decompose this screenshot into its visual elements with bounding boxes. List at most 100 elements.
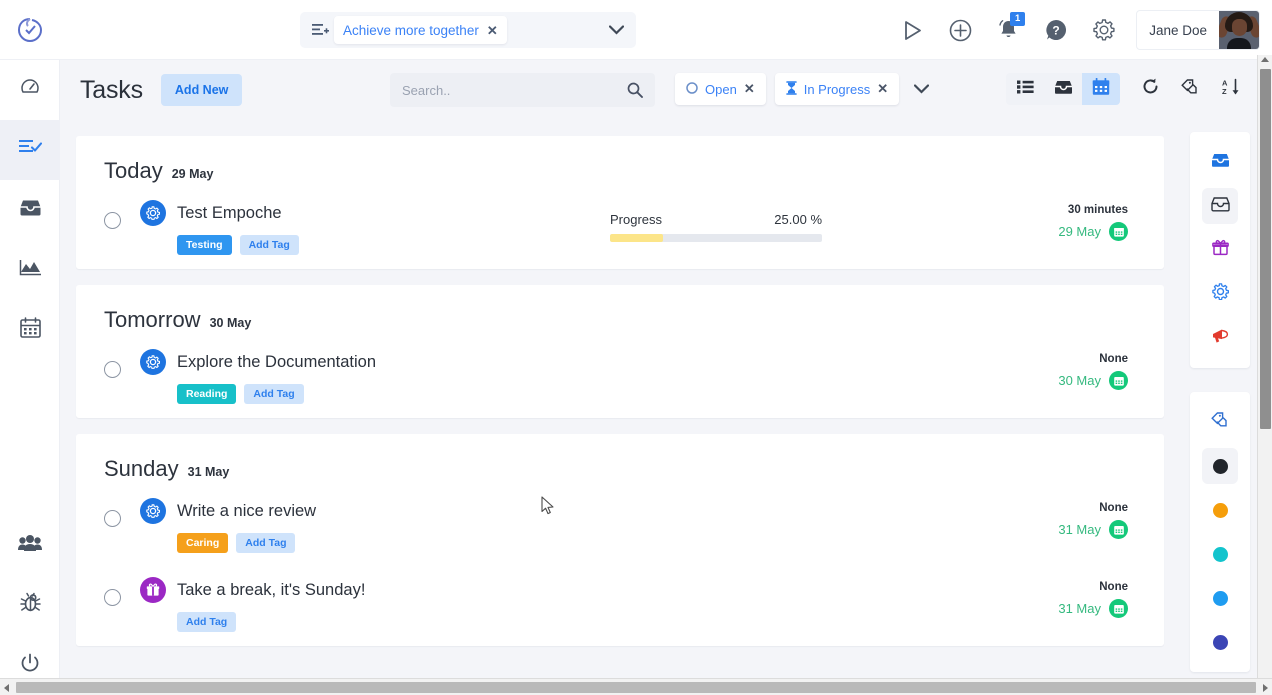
inbox-icon — [1210, 196, 1230, 217]
settings-button[interactable] — [1080, 0, 1128, 60]
task-tag[interactable]: Testing — [177, 235, 232, 255]
help-button[interactable]: ? — [1032, 0, 1080, 60]
add-tag-button[interactable]: Add Tag — [177, 612, 237, 632]
gear-icon[interactable] — [140, 498, 166, 524]
users-icon — [18, 534, 42, 557]
view-board-button[interactable] — [1044, 73, 1082, 105]
task-complete-radio[interactable] — [104, 361, 121, 378]
filter-chip-in-progress[interactable]: In Progress ✕ — [774, 73, 900, 105]
top-actions: 1 ? Jane Doe — [888, 0, 1260, 60]
search-icon[interactable] — [627, 82, 643, 98]
task-meta: None 31 May — [1058, 581, 1128, 618]
rail-inbox-blue[interactable] — [1190, 140, 1250, 184]
sidebar-item-calendar[interactable] — [0, 300, 60, 360]
sidebar-item-reports[interactable] — [0, 240, 60, 300]
task-row[interactable]: Explore the Documentation Reading Add Ta… — [76, 339, 1164, 418]
sidebar-item-team[interactable] — [0, 515, 60, 575]
task-row[interactable]: Write a nice review Caring Add Tag None … — [76, 488, 1164, 567]
calendar-icon[interactable] — [1109, 222, 1128, 241]
rail-settings[interactable] — [1190, 272, 1250, 316]
calendar-icon[interactable] — [1109, 599, 1128, 618]
gear-icon[interactable] — [140, 349, 166, 375]
close-icon[interactable]: ✕ — [877, 81, 888, 97]
project-selector[interactable]: Achieve more together ✕ — [300, 12, 636, 48]
day-header: Sunday 31 May — [76, 434, 1164, 488]
vertical-scroll-thumb[interactable] — [1260, 69, 1271, 429]
right-rail-panel-colors — [1190, 392, 1250, 672]
rail-gift[interactable] — [1190, 228, 1250, 272]
task-title: Explore the Documentation — [177, 352, 377, 371]
list-add-icon[interactable] — [306, 23, 334, 37]
task-meta: 30 minutes 29 May — [1058, 204, 1128, 241]
calendar-icon — [19, 317, 41, 343]
app-logo-icon[interactable] — [0, 0, 60, 60]
add-tag-button[interactable]: Add Tag — [239, 235, 299, 255]
calendar-icon[interactable] — [1109, 371, 1128, 390]
rail-announce[interactable] — [1190, 316, 1250, 360]
gift-icon[interactable] — [140, 577, 166, 603]
task-title: Test Empoche — [177, 203, 282, 222]
view-list-button[interactable] — [1006, 73, 1044, 105]
sidebar-item-bugs[interactable] — [0, 575, 60, 635]
tags-button[interactable] — [1170, 73, 1210, 105]
add-new-button[interactable]: Add New — [160, 74, 243, 106]
sidebar-item-tasks[interactable] — [0, 120, 60, 180]
sort-button[interactable]: A Z — [1210, 73, 1250, 105]
task-complete-radio[interactable] — [104, 212, 121, 229]
add-button[interactable] — [936, 0, 984, 60]
avatar[interactable] — [1219, 11, 1259, 49]
task-row[interactable]: Take a break, it's Sunday! Add Tag None … — [76, 567, 1164, 646]
task-tag[interactable]: Caring — [177, 533, 229, 553]
user-menu[interactable]: Jane Doe — [1136, 10, 1260, 50]
refresh-button[interactable] — [1130, 73, 1170, 105]
task-row[interactable]: Test Empoche Testing Add Tag Progress 25… — [76, 190, 1164, 269]
close-icon[interactable]: ✕ — [744, 81, 755, 97]
scroll-left-arrow-icon[interactable] — [4, 684, 9, 692]
filter-chevron-down-icon[interactable] — [908, 84, 935, 94]
task-date: 30 May — [1058, 373, 1101, 388]
project-name: Achieve more together — [343, 22, 479, 38]
add-tag-button[interactable]: Add Tag — [236, 533, 296, 553]
rail-color-blue[interactable] — [1190, 576, 1250, 620]
rail-inbox-dark[interactable] — [1190, 184, 1250, 228]
task-tag[interactable]: Reading — [177, 384, 237, 404]
task-tags: Reading Add Tag — [177, 384, 610, 404]
task-date: 31 May — [1058, 601, 1101, 616]
progress-track[interactable] — [610, 234, 822, 242]
list-icon — [1016, 80, 1034, 99]
scroll-up-arrow-icon[interactable] — [1261, 57, 1269, 62]
day-date: 31 May — [187, 465, 230, 479]
notifications-button[interactable]: 1 — [984, 0, 1032, 60]
gear-icon[interactable] — [140, 200, 166, 226]
rail-color-orange[interactable] — [1190, 488, 1250, 532]
sidebar-item-dashboard[interactable] — [0, 60, 60, 120]
calendar-icon[interactable] — [1109, 520, 1128, 539]
chevron-down-icon[interactable] — [609, 25, 630, 35]
rail-tags[interactable] — [1190, 400, 1250, 444]
top-bar: Achieve more together ✕ 1 ? Jane Doe — [0, 0, 1272, 60]
horizontal-scrollbar[interactable] — [0, 678, 1272, 695]
rail-color-teal[interactable] — [1190, 532, 1250, 576]
task-list: Today 29 May Test Empoche Testing Add Ta… — [60, 120, 1180, 690]
view-calendar-button[interactable] — [1082, 73, 1120, 105]
project-chip[interactable]: Achieve more together ✕ — [334, 16, 507, 44]
add-tag-button[interactable]: Add Tag — [244, 384, 304, 404]
tasks-check-icon — [18, 139, 42, 162]
svg-text:Z: Z — [1222, 87, 1227, 96]
day-header: Today 29 May — [76, 136, 1164, 190]
task-duration: None — [1099, 353, 1128, 365]
search-input[interactable] — [402, 82, 627, 98]
search-box[interactable] — [390, 73, 655, 107]
filter-chip-open-label: Open — [705, 81, 737, 97]
filter-chip-open[interactable]: Open ✕ — [675, 73, 766, 105]
vertical-scrollbar[interactable] — [1257, 55, 1272, 695]
rail-color-black[interactable] — [1190, 444, 1250, 488]
horizontal-scroll-thumb[interactable] — [16, 682, 1256, 693]
task-complete-radio[interactable] — [104, 589, 121, 606]
play-button[interactable] — [888, 0, 936, 60]
sidebar-item-inbox[interactable] — [0, 180, 60, 240]
close-icon[interactable]: ✕ — [487, 24, 498, 37]
task-complete-radio[interactable] — [104, 510, 121, 527]
rail-color-indigo[interactable] — [1190, 620, 1250, 664]
scroll-right-arrow-icon[interactable] — [1263, 684, 1268, 692]
